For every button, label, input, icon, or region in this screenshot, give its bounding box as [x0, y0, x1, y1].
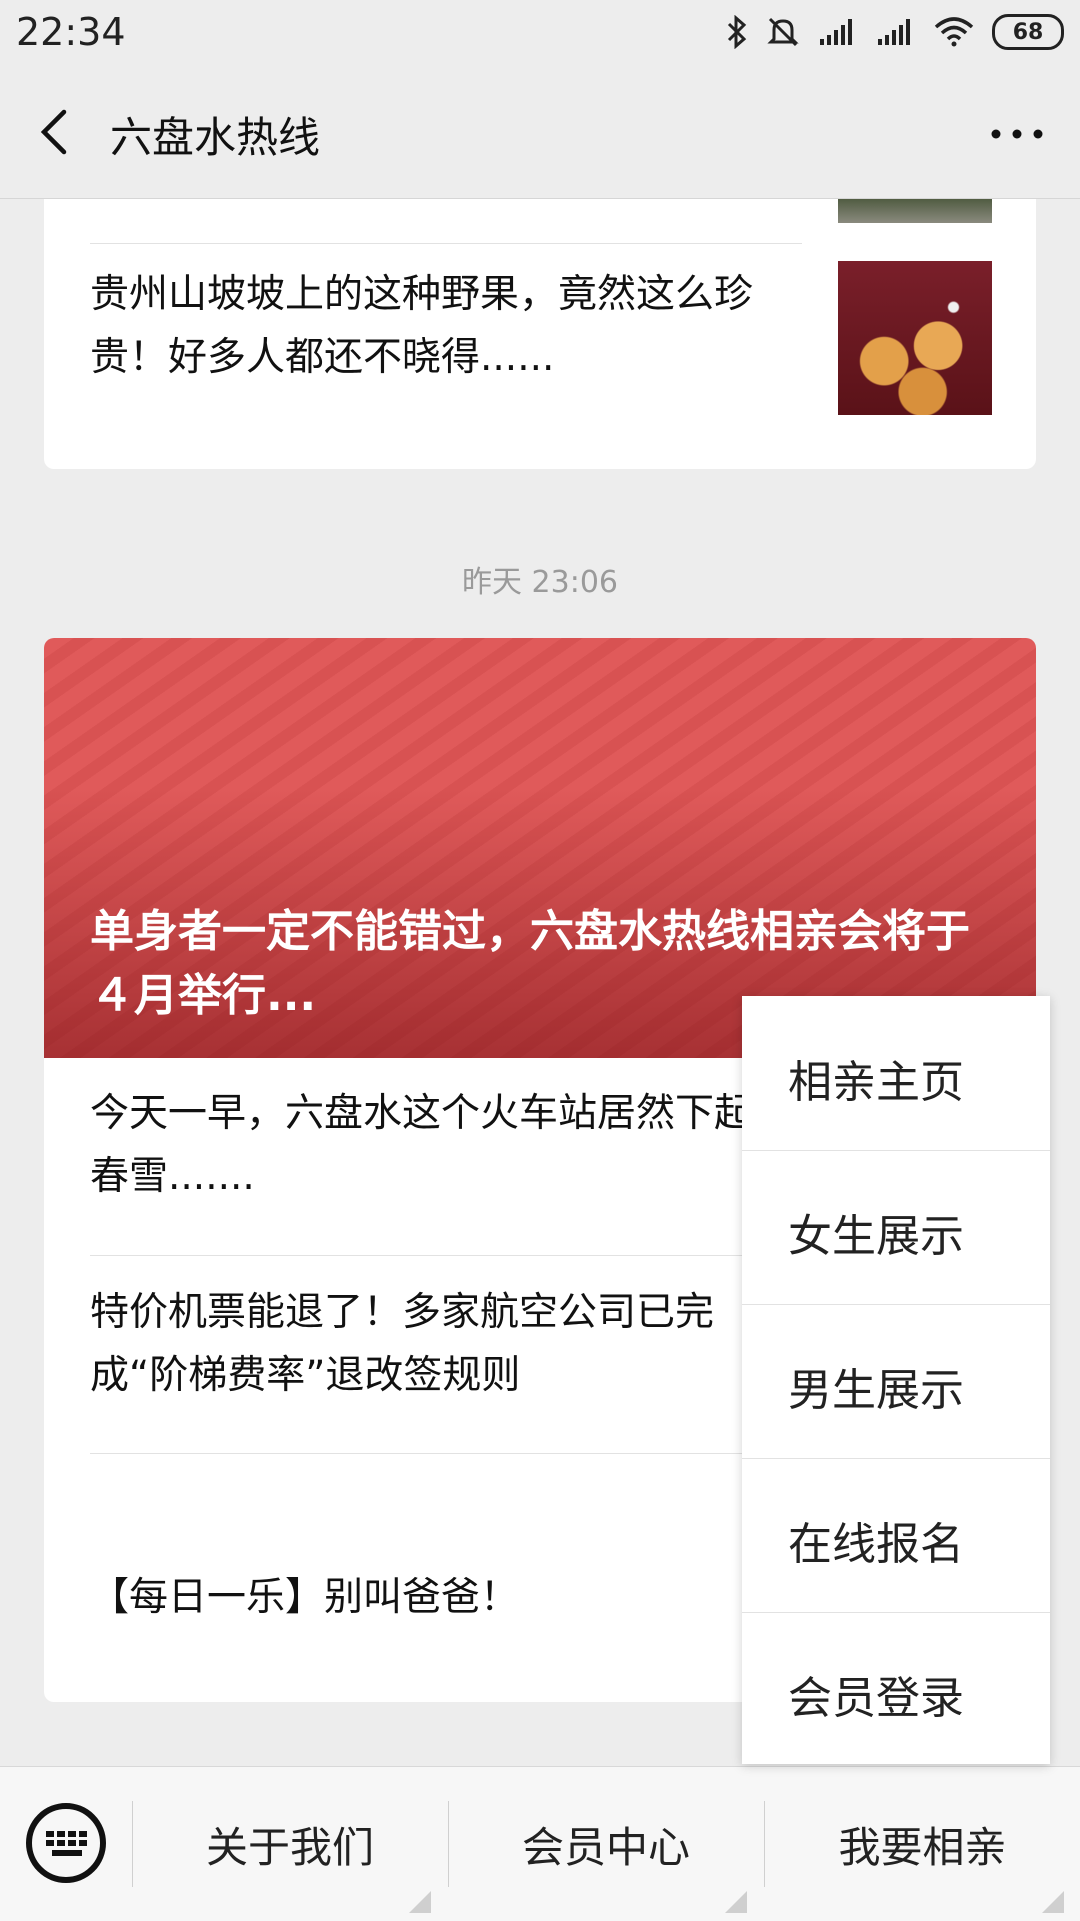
submenu-indicator [725, 1891, 747, 1913]
submenu-indicator [409, 1891, 431, 1913]
article-thumbnail[interactable] [838, 199, 992, 223]
more-dots-icon [991, 129, 1043, 139]
menu-tab-label: 我要相亲 [838, 1822, 1007, 1872]
menu-item-online-signup[interactable]: 在线报名 [742, 1458, 1050, 1613]
article-title: 特价机票能退了！多家航空公司已完成“阶梯费率”退改签规则 [90, 1290, 715, 1398]
signal-icon [878, 19, 910, 45]
submenu-indicator [1042, 1891, 1064, 1913]
menu-tab-find-match[interactable]: 我要相亲 [765, 1767, 1080, 1921]
menu-tab-member-center[interactable]: 会员中心 [449, 1767, 763, 1921]
more-button[interactable] [982, 104, 1052, 164]
article-title: 【每日一乐】别叫爸爸！ [90, 1575, 520, 1620]
menu-item-male-showcase[interactable]: 男生展示 [742, 1304, 1050, 1459]
menu-item-member-login[interactable]: 会员登录 [742, 1612, 1050, 1766]
article-title: 贵州山坡坡上的这种野果，竟然这么珍贵！好多人都还不晓得...... [90, 272, 754, 380]
bottom-menu-bar: 关于我们 会员中心 我要相亲 [0, 1766, 1080, 1921]
submenu-popup: 相亲主页 女生展示 男生展示 在线报名 会员登录 [742, 996, 1050, 1764]
status-icons: 68 [726, 14, 1064, 50]
menu-item-label: 会员登录 [788, 1673, 964, 1724]
chevron-left-icon [40, 109, 67, 155]
hero-banner[interactable]: 单身者一定不能错过，六盘水热线相亲会将于４月举行... [44, 638, 1036, 1058]
article-item[interactable]: 贵州山坡坡上的这种野果，竟然这么珍贵！好多人都还不晓得...... [90, 263, 802, 389]
article-item[interactable]: 特价机票能退了！多家航空公司已完成“阶梯费率”退改签规则 [90, 1281, 802, 1407]
bluetooth-icon [727, 15, 747, 49]
menu-tab-label: 会员中心 [521, 1822, 690, 1872]
status-time: 22:34 [16, 10, 126, 54]
menu-item-female-showcase[interactable]: 女生展示 [742, 1150, 1050, 1305]
bell-off-icon [767, 17, 799, 47]
signal-icon [820, 19, 852, 45]
article-thumbnail[interactable] [838, 261, 992, 415]
menu-item-xiangqin-home[interactable]: 相亲主页 [742, 996, 1050, 1151]
timestamp: 昨天 23:06 [462, 565, 618, 600]
keyboard-icon [46, 1831, 87, 1856]
page-title: 六盘水热线 [110, 113, 321, 162]
menu-item-label: 在线报名 [788, 1519, 964, 1570]
menu-tab-label: 关于我们 [205, 1822, 374, 1872]
article-item[interactable]: 【每日一乐】别叫爸爸！ [90, 1566, 802, 1629]
wifi-icon [934, 17, 974, 47]
battery-indicator: 68 [992, 14, 1064, 50]
chat-header: 六盘水热线 [0, 66, 1080, 199]
article-card: 贵州山坡坡上的这种野果，竟然这么珍贵！好多人都还不晓得...... [44, 199, 1036, 469]
menu-tab-about-us[interactable]: 关于我们 [133, 1767, 447, 1921]
keyboard-toggle-button[interactable] [26, 1803, 106, 1883]
back-button[interactable] [30, 102, 90, 162]
menu-item-label: 女生展示 [788, 1211, 964, 1262]
menu-item-label: 男生展示 [788, 1365, 964, 1416]
article-title: 今天一早，六盘水这个火车站居然下起了春雪....... [90, 1091, 793, 1199]
menu-item-label: 相亲主页 [788, 1057, 964, 1108]
status-bar: 22:34 68 [0, 0, 1080, 66]
divider [90, 243, 802, 244]
article-item[interactable]: 今天一早，六盘水这个火车站居然下起了春雪....... [90, 1082, 802, 1208]
